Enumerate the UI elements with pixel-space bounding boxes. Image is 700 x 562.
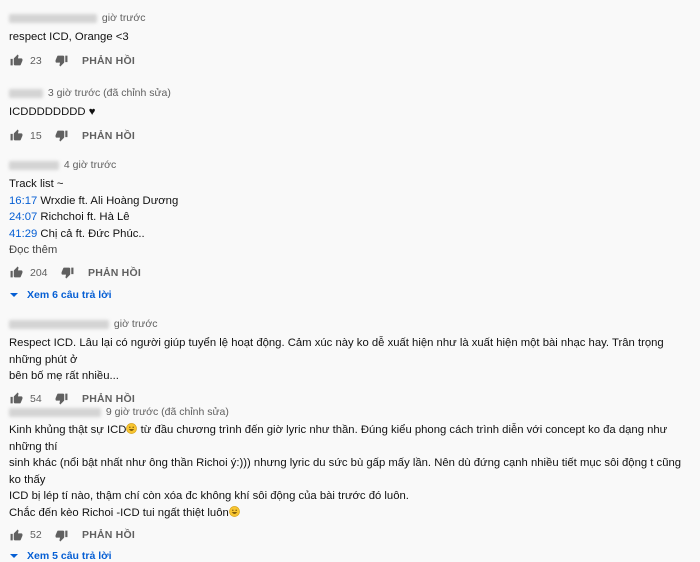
read-more-link[interactable]: Đọc thêm — [9, 242, 694, 259]
comment-text: Kinh khủng thật sự ICD từ đầu chương trì… — [9, 423, 685, 519]
chevron-down-icon — [9, 290, 19, 300]
comment-age[interactable]: 3 giờ trước — [48, 87, 100, 99]
thumbs-up-icon[interactable] — [9, 266, 23, 280]
track-line: 41:29 Chị cả ft. Đức Phúc.. — [9, 227, 145, 240]
reply-button[interactable]: PHẢN HỒI — [88, 267, 141, 279]
comment-2: 3 giờ trước (đã chỉnh sửa) ICDDDDDDDD ♥ … — [9, 87, 694, 144]
reply-button[interactable]: PHẢN HỒI — [82, 130, 135, 142]
thumbs-up-icon[interactable] — [9, 528, 23, 542]
timestamp-link[interactable]: 16:17 — [9, 195, 37, 207]
comment-meta: 4 giờ trước — [9, 159, 694, 172]
grinning-face-icon — [229, 506, 240, 517]
author-name-blurred[interactable] — [9, 161, 59, 170]
comment-4: giờ trước Respect ICD. Lâu lại có người … — [9, 318, 694, 407]
thumbs-down-icon[interactable] — [60, 266, 74, 280]
thumbs-down-icon[interactable] — [54, 528, 68, 542]
view-replies-button[interactable]: Xem 6 câu trả lời — [9, 289, 694, 301]
comment-meta: 9 giờ trước (đã chỉnh sửa) — [9, 406, 694, 419]
edited-label: (đã chỉnh sửa) — [103, 87, 171, 99]
reply-button[interactable]: PHẢN HỒI — [82, 393, 135, 405]
view-replies-button[interactable]: Xem 5 câu trả lời — [9, 550, 694, 562]
author-name-blurred[interactable] — [9, 14, 97, 23]
comment-meta: giờ trước — [9, 12, 694, 25]
like-count: 15 — [30, 129, 42, 142]
track-list-intro: Track list ~ — [9, 178, 64, 190]
grinning-face-icon — [126, 423, 137, 434]
like-count: 23 — [30, 54, 42, 67]
comment-text: Respect ICD. Lâu lại có người giúp tuyển… — [9, 337, 667, 382]
comment-text: respect ICD, Orange <3 — [9, 31, 129, 43]
reply-button[interactable]: PHẢN HỒI — [82, 529, 135, 541]
author-name-blurred[interactable] — [9, 89, 43, 98]
thumbs-up-icon[interactable] — [9, 129, 23, 143]
comment-actions: 54 PHẢN HỒI — [9, 391, 694, 407]
comment-3: 4 giờ trước Track list ~ 16:17 Wrxdie ft… — [9, 159, 694, 301]
like-count: 204 — [30, 266, 48, 279]
view-replies-label: Xem 6 câu trả lời — [27, 288, 112, 301]
thumbs-down-icon[interactable] — [54, 54, 68, 68]
timestamp-link[interactable]: 24:07 — [9, 211, 37, 223]
comment-actions: 23 PHẢN HỒI — [9, 53, 694, 69]
comment-actions: 204 PHẢN HỒI — [9, 265, 694, 281]
comment-age[interactable]: 4 giờ trước — [64, 159, 116, 171]
comment-text: Track list ~ 16:17 Wrxdie ft. Ali Hoàng … — [9, 176, 694, 242]
comment-actions: 52 PHẢN HỒI — [9, 527, 694, 543]
reply-button[interactable]: PHẢN HỒI — [82, 55, 135, 67]
like-count: 52 — [30, 529, 42, 541]
comment-1: giờ trước respect ICD, Orange <3 23 PHẢN… — [9, 12, 694, 69]
timestamp-link[interactable]: 41:29 — [9, 228, 37, 240]
thumbs-down-icon[interactable] — [54, 129, 68, 143]
author-name-blurred[interactable] — [9, 408, 101, 417]
comment-5: 9 giờ trước (đã chỉnh sửa) Kinh khủng th… — [9, 406, 694, 562]
comment-actions: 15 PHẢN HỒI — [9, 128, 694, 144]
edited-label: (đã chỉnh sửa) — [161, 406, 229, 418]
comment-age[interactable]: giờ trước — [114, 318, 158, 330]
comment-text: ICDDDDDDDD ♥ — [9, 106, 96, 118]
track-line: 16:17 Wrxdie ft. Ali Hoàng Dương — [9, 194, 179, 207]
view-replies-label: Xem 5 câu trả lời — [27, 550, 112, 562]
comment-meta: giờ trước — [9, 318, 694, 331]
comment-age[interactable]: 9 giờ trước — [106, 406, 158, 418]
comment-meta: 3 giờ trước (đã chỉnh sửa) — [9, 87, 694, 100]
comment-age[interactable]: giờ trước — [102, 12, 146, 24]
author-name-blurred[interactable] — [9, 320, 109, 329]
like-count: 54 — [30, 392, 42, 405]
track-line: 24:07 Richchoi ft. Hà Lê — [9, 211, 130, 223]
thumbs-up-icon[interactable] — [9, 54, 23, 68]
thumbs-down-icon[interactable] — [54, 392, 68, 406]
chevron-down-icon — [9, 551, 19, 561]
thumbs-up-icon[interactable] — [9, 392, 23, 406]
